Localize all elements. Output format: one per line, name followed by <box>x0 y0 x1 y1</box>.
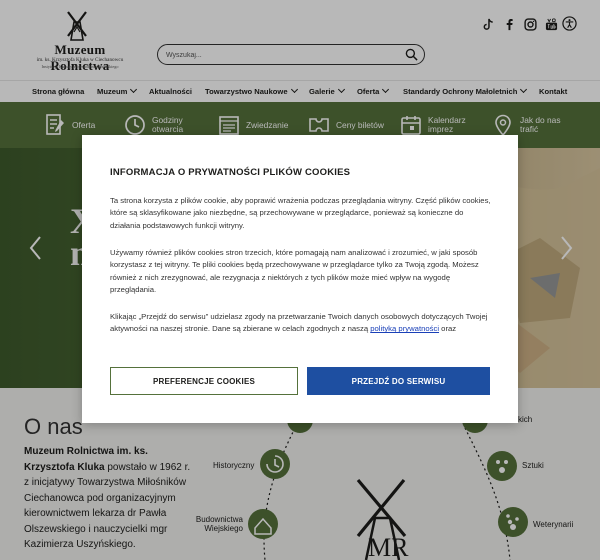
cookie-preferences-button[interactable]: PREFERENCJE COOKIES <box>110 367 298 395</box>
cookie-dialog-title: INFORMACJA O PRYWATNOŚCI PLIKÓW COOKIES <box>110 167 351 178</box>
cookie-paragraph-consent: Klikając „Przejdź do serwisu” udzielasz … <box>110 311 492 336</box>
cookie-consent-dialog: INFORMACJA O PRYWATNOŚCI PLIKÓW COOKIES … <box>82 135 518 423</box>
privacy-policy-link[interactable]: polityką prywatności <box>370 324 439 333</box>
go-to-site-button[interactable]: PRZEJDŹ DO SERWISU <box>307 367 490 395</box>
consent-text-end: oraz <box>439 324 457 334</box>
cookie-paragraph-necessary: Ta strona korzysta z plików cookie, aby … <box>110 196 491 230</box>
cookie-paragraph-third-party: Używamy również plików cookies stron trz… <box>110 248 479 295</box>
